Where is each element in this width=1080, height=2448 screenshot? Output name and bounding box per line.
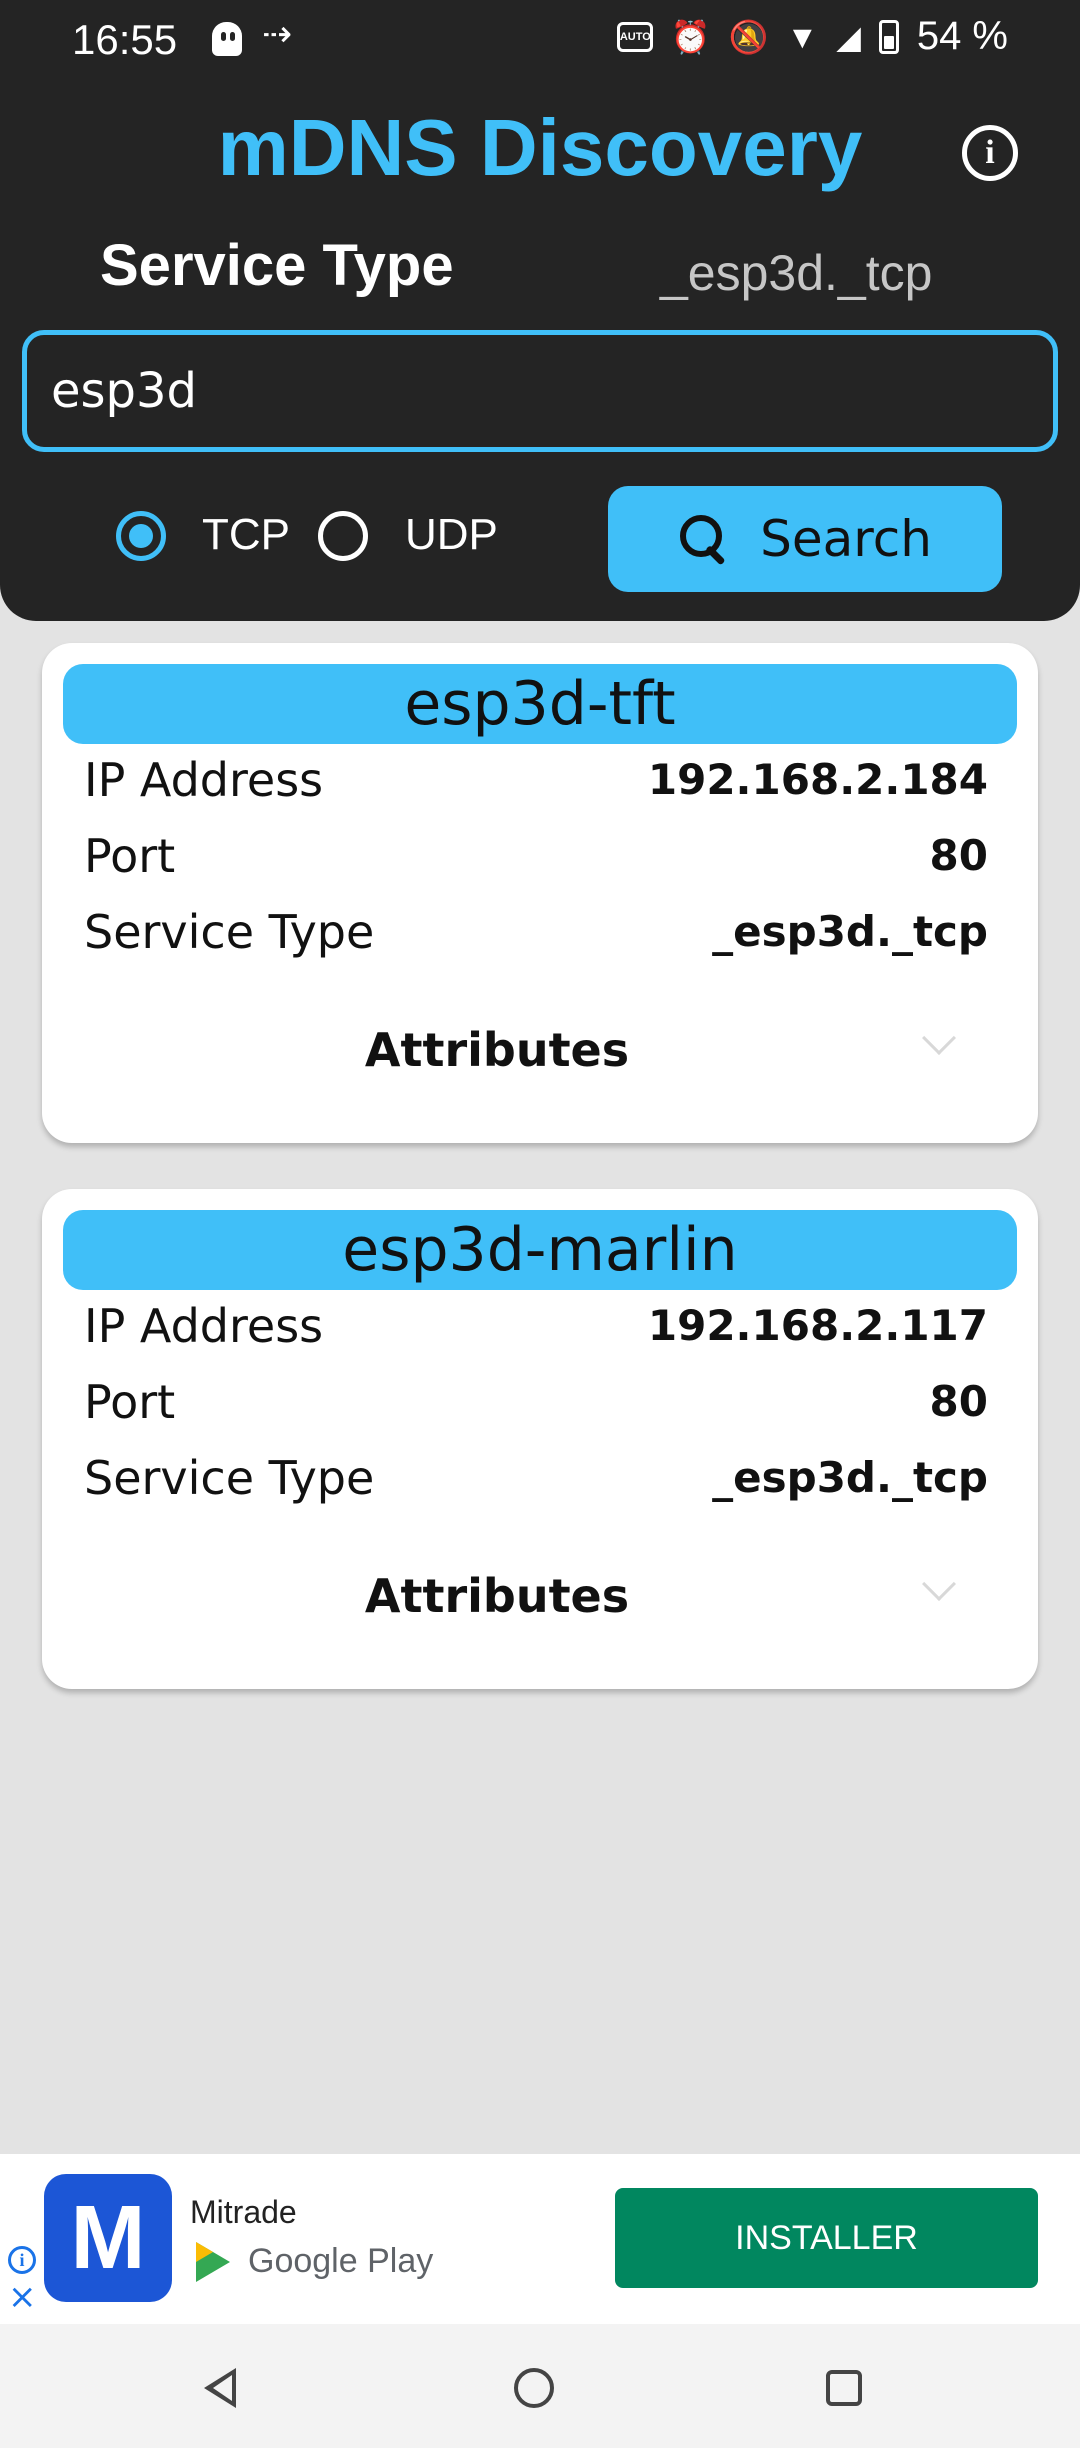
service-type-row-label: Service Type	[84, 1451, 375, 1505]
alarm-icon: ⏰	[670, 18, 711, 55]
arrows-icon: ⇢	[262, 14, 293, 55]
tcp-radio[interactable]	[116, 511, 166, 561]
service-name: esp3d-marlin	[63, 1210, 1017, 1290]
google-play-icon	[196, 2242, 230, 2282]
port-label: Port	[84, 829, 176, 883]
advertiser-logo[interactable]: M	[44, 2174, 172, 2302]
install-button[interactable]: INSTALLER	[615, 2188, 1038, 2288]
service-type-label: Service Type	[100, 233, 454, 298]
search-button[interactable]: Search	[608, 486, 1002, 592]
ip-address-value: 192.168.2.184	[647, 755, 988, 804]
ip-address-value: 192.168.2.117	[647, 1301, 988, 1350]
app-header: 16:55 ⇢ AUTO ⏰ 🔕 ▼ ◢ 54 % mDNS Discovery…	[0, 0, 1080, 621]
service-type-row-value: _esp3d._tcp	[712, 1453, 988, 1502]
battery-percent: 54 %	[916, 14, 1008, 58]
ip-address-label: IP Address	[84, 1299, 324, 1353]
ad-banner[interactable]: M i × Mitrade Google Play INSTALLER	[0, 2154, 1080, 2324]
recents-icon[interactable]	[826, 2370, 862, 2406]
back-icon[interactable]	[204, 2368, 236, 2408]
ad-info-icon[interactable]: i	[8, 2246, 36, 2274]
port-label: Port	[84, 1375, 176, 1429]
service-type-row-label: Service Type	[84, 905, 375, 959]
service-search-input[interactable]	[22, 330, 1058, 452]
battery-icon	[878, 19, 899, 54]
udp-radio-label[interactable]: UDP	[405, 510, 498, 560]
service-type-value: _esp3d._tcp	[660, 245, 933, 301]
app-title: mDNS Discovery	[217, 103, 863, 192]
service-card: esp3d-marlin IP Address 192.168.2.117 Po…	[42, 1189, 1038, 1689]
bell-off-icon: 🔕	[728, 18, 769, 55]
ip-address-label: IP Address	[84, 753, 324, 807]
status-bar: 16:55 ⇢ AUTO ⏰ 🔕 ▼ ◢ 54 %	[0, 0, 1080, 80]
service-card: esp3d-tft IP Address 192.168.2.184 Port …	[42, 643, 1038, 1143]
ad-close-icon[interactable]: ×	[8, 2280, 37, 2314]
attributes-toggle[interactable]: Attributes	[42, 1569, 952, 1623]
wifi-icon: ▼	[786, 18, 819, 55]
attributes-toggle[interactable]: Attributes	[42, 1023, 952, 1077]
info-icon[interactable]: i	[962, 125, 1018, 181]
port-value: 80	[929, 1377, 988, 1426]
search-button-label: Search	[760, 510, 932, 568]
system-nav-bar	[0, 2324, 1080, 2448]
udp-radio[interactable]	[318, 511, 368, 561]
store-name: Google Play	[248, 2242, 434, 2280]
home-icon[interactable]	[514, 2368, 554, 2408]
service-name: esp3d-tft	[63, 664, 1017, 744]
ghost-icon	[212, 22, 242, 56]
tcp-radio-label[interactable]: TCP	[202, 510, 290, 560]
status-time: 16:55	[72, 16, 178, 63]
advertiser-name: Mitrade	[190, 2194, 297, 2230]
search-icon	[678, 513, 726, 565]
service-type-row-value: _esp3d._tcp	[712, 907, 988, 956]
status-icons: AUTO ⏰ 🔕 ▼ ◢ 54 %	[616, 14, 1008, 59]
auto-hz-icon: AUTO	[616, 21, 653, 52]
signal-icon: ◢	[836, 18, 861, 55]
port-value: 80	[929, 831, 988, 880]
